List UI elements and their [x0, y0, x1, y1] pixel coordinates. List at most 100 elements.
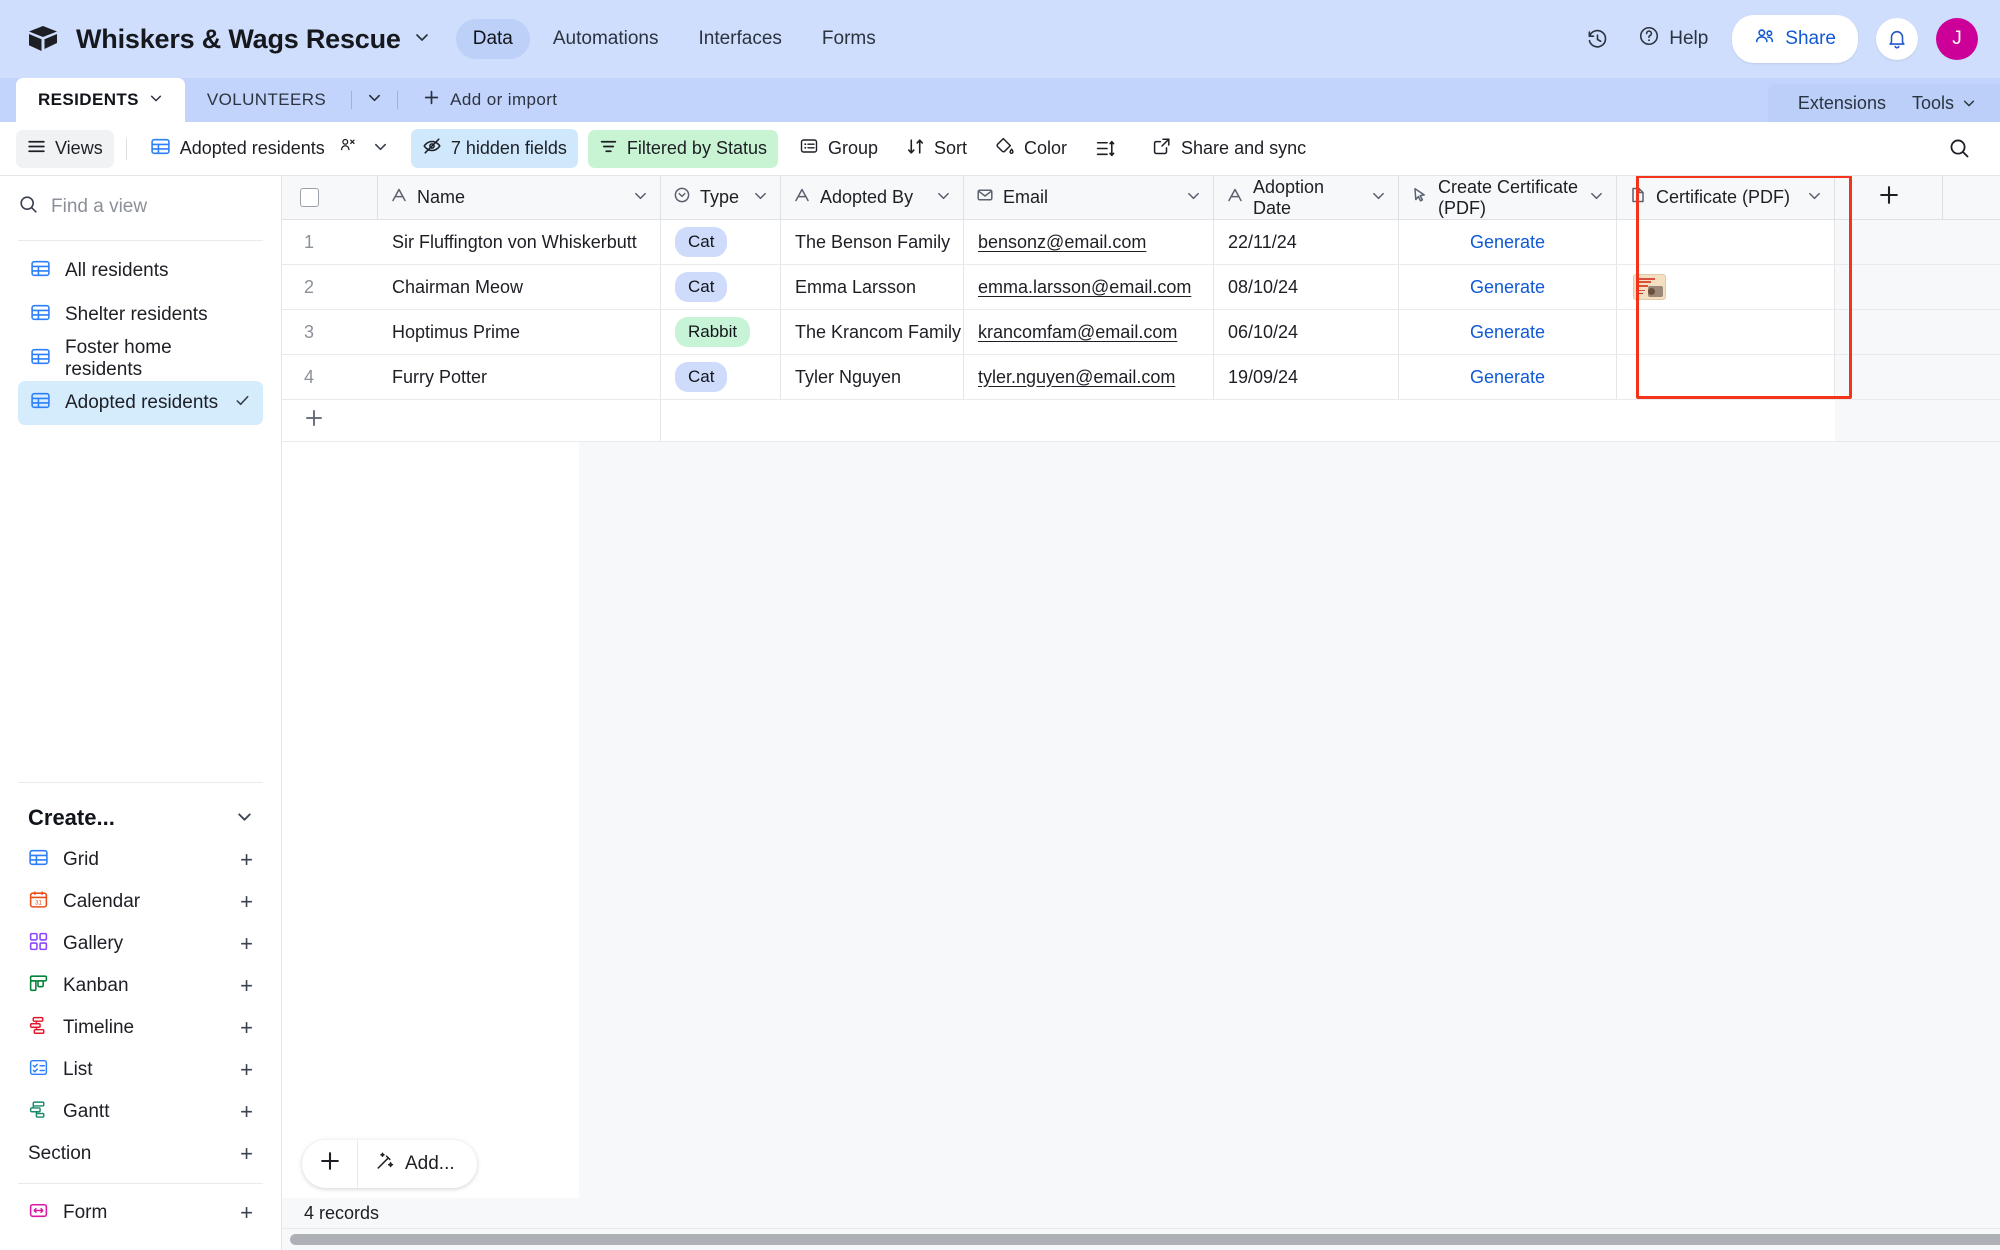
sidebar-item-shelter-residents[interactable]: Shelter residents — [18, 293, 263, 337]
tab-residents[interactable]: RESIDENTS — [16, 78, 185, 122]
sort-button[interactable]: Sort — [895, 130, 978, 168]
create-section-header[interactable]: Create... — [18, 797, 263, 839]
chevron-down-icon[interactable] — [633, 187, 648, 208]
table-row[interactable]: 2 Chairman Meow Cat Emma Larsson emma.la… — [282, 265, 2000, 310]
cell-adoption-date[interactable]: 08/10/24 — [1214, 265, 1399, 309]
add-with-ai-button[interactable]: Add... — [358, 1140, 477, 1188]
views-button[interactable]: Views — [16, 129, 114, 168]
plus-icon[interactable]: + — [240, 849, 253, 871]
chevron-down-icon[interactable] — [1589, 187, 1604, 208]
share-button[interactable]: Share — [1732, 15, 1858, 63]
create-item-timeline[interactable]: Timeline + — [18, 1007, 263, 1049]
current-view-button[interactable]: Adopted residents — [139, 129, 399, 169]
bell-icon[interactable] — [1876, 18, 1918, 60]
chevron-down-icon[interactable] — [414, 29, 430, 50]
chevron-down-icon[interactable] — [149, 90, 163, 110]
column-header-adoption-date[interactable]: Adoption Date — [1214, 176, 1399, 219]
cell-name[interactable]: Furry Potter — [378, 355, 661, 399]
cell-email[interactable]: bensonz@email.com — [964, 220, 1214, 264]
chevron-down-icon[interactable] — [1371, 187, 1386, 208]
email-link[interactable]: emma.larsson@email.com — [978, 277, 1191, 298]
create-item-gantt[interactable]: Gantt + — [18, 1091, 263, 1133]
table-row[interactable]: 1 Sir Fluffington von Whiskerbutt Cat Th… — [282, 220, 2000, 265]
plus-icon[interactable]: + — [240, 933, 253, 955]
group-button[interactable]: Group — [788, 129, 889, 168]
create-item-list[interactable]: List + — [18, 1049, 263, 1091]
sidebar-item-foster-home-residents[interactable]: Foster home residents — [18, 337, 263, 381]
cell-adopted-by[interactable]: Tyler Nguyen — [781, 355, 964, 399]
cell-certificate-pdf[interactable] — [1617, 220, 1835, 264]
checkbox-icon[interactable] — [300, 188, 319, 207]
nav-item-data[interactable]: Data — [455, 19, 530, 59]
cell-type[interactable]: Rabbit — [661, 310, 781, 354]
cell-email[interactable]: tyler.nguyen@email.com — [964, 355, 1214, 399]
create-item-gallery[interactable]: Gallery + — [18, 923, 263, 965]
column-header-create-certificate[interactable]: Create Certificate (PDF) — [1399, 176, 1617, 219]
cell-create-certificate[interactable]: Generate — [1399, 310, 1617, 354]
cell-create-certificate[interactable]: Generate — [1399, 355, 1617, 399]
create-item-form[interactable]: Form + — [18, 1192, 263, 1234]
cell-certificate-pdf[interactable] — [1617, 355, 1835, 399]
add-record-button[interactable] — [302, 1140, 358, 1188]
certificate-thumbnail[interactable] — [1633, 274, 1666, 300]
history-clock-icon[interactable] — [1580, 22, 1614, 56]
cell-name[interactable]: Sir Fluffington von Whiskerbutt — [378, 220, 661, 264]
cell-email[interactable]: krancomfam@email.com — [964, 310, 1214, 354]
cell-type[interactable]: Cat — [661, 355, 781, 399]
chevron-down-icon[interactable] — [753, 187, 768, 208]
chevron-down-icon[interactable] — [1807, 187, 1822, 208]
search-icon[interactable] — [1937, 130, 1982, 167]
tabs-dropdown-button[interactable] — [355, 78, 394, 122]
add-column-button[interactable] — [1835, 176, 1943, 219]
cell-adopted-by[interactable]: The Krancom Family — [781, 310, 964, 354]
plus-icon[interactable]: + — [240, 891, 253, 913]
email-link[interactable]: krancomfam@email.com — [978, 322, 1177, 343]
generate-button[interactable]: Generate — [1413, 277, 1602, 298]
cell-certificate-pdf[interactable] — [1617, 310, 1835, 354]
airtable-cube-icon[interactable] — [26, 22, 60, 56]
color-button[interactable]: Color — [984, 129, 1078, 168]
add-row[interactable] — [282, 400, 2000, 442]
plus-icon[interactable]: + — [240, 1202, 253, 1224]
create-item-section[interactable]: Section + — [18, 1133, 263, 1175]
cell-adopted-by[interactable]: The Benson Family — [781, 220, 964, 264]
hidden-fields-button[interactable]: 7 hidden fields — [410, 129, 578, 168]
search-input[interactable] — [51, 196, 296, 218]
share-and-sync-button[interactable]: Share and sync — [1141, 129, 1317, 168]
nav-item-forms[interactable]: Forms — [805, 19, 893, 59]
cell-adoption-date[interactable]: 22/11/24 — [1214, 220, 1399, 264]
create-item-kanban[interactable]: Kanban + — [18, 965, 263, 1007]
cell-type[interactable]: Cat — [661, 220, 781, 264]
add-row-plus[interactable] — [282, 400, 378, 441]
row-height-icon[interactable] — [1084, 131, 1127, 166]
plus-icon[interactable]: + — [240, 1101, 253, 1123]
sidebar-item-adopted-residents[interactable]: Adopted residents — [18, 381, 263, 425]
column-header-name[interactable]: Name — [378, 176, 661, 219]
table-row[interactable]: 4 Furry Potter Cat Tyler Nguyen tyler.ng… — [282, 355, 2000, 400]
column-header-email[interactable]: Email — [964, 176, 1214, 219]
sidebar-item-all-residents[interactable]: All residents — [18, 249, 263, 293]
create-item-calendar[interactable]: 31 Calendar + — [18, 881, 263, 923]
extensions-button[interactable]: Extensions — [1798, 93, 1886, 114]
horizontal-scrollbar[interactable] — [282, 1228, 2000, 1250]
chevron-down-icon[interactable] — [236, 805, 253, 831]
column-header-certificate-pdf[interactable]: Certificate (PDF) — [1617, 176, 1835, 219]
cell-certificate-pdf[interactable] — [1617, 265, 1835, 309]
cell-name[interactable]: Chairman Meow — [378, 265, 661, 309]
chevron-down-icon[interactable] — [1186, 187, 1201, 208]
help-button[interactable]: Help — [1632, 20, 1714, 58]
cell-email[interactable]: emma.larsson@email.com — [964, 265, 1214, 309]
add-or-import-button[interactable]: Add or import — [401, 78, 579, 122]
avatar[interactable]: J — [1936, 18, 1978, 60]
tab-volunteers[interactable]: VOLUNTEERS — [185, 78, 348, 122]
plus-icon[interactable]: + — [240, 1059, 253, 1081]
cell-adoption-date[interactable]: 19/09/24 — [1214, 355, 1399, 399]
generate-button[interactable]: Generate — [1413, 322, 1602, 343]
scrollbar-thumb[interactable] — [290, 1234, 2000, 1245]
create-item-grid[interactable]: Grid + — [18, 839, 263, 881]
chevron-down-icon[interactable] — [373, 138, 388, 159]
generate-button[interactable]: Generate — [1413, 367, 1602, 388]
column-header-adopted-by[interactable]: Adopted By — [781, 176, 964, 219]
cell-adoption-date[interactable]: 06/10/24 — [1214, 310, 1399, 354]
tools-button[interactable]: Tools — [1912, 93, 1976, 114]
